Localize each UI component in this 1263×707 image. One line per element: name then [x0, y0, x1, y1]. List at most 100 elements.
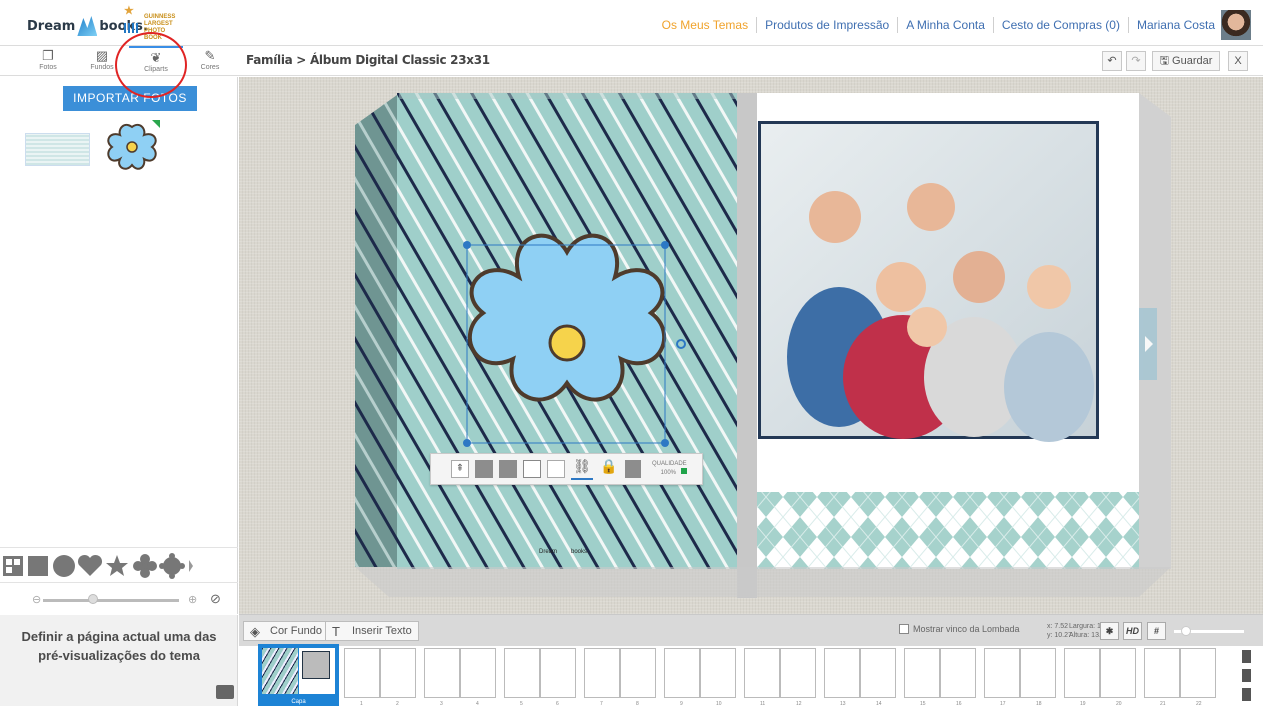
- page-thumbnail[interactable]: [940, 648, 976, 698]
- page-thumbnail[interactable]: [540, 648, 576, 698]
- image-icon[interactable]: [547, 460, 565, 478]
- page-thumbnail[interactable]: [664, 648, 700, 698]
- spread-thumbnail[interactable]: 9 10: [664, 648, 736, 707]
- save-button[interactable]: 🖫 Guardar: [1152, 51, 1220, 71]
- spread-thumbnail[interactable]: 34: [424, 648, 496, 707]
- spread-thumbnail[interactable]: 13 14: [824, 648, 896, 707]
- nav-print-products[interactable]: Produtos de Impressão: [765, 18, 889, 32]
- page-thumbnail[interactable]: [824, 648, 860, 698]
- avatar[interactable]: [1221, 10, 1251, 40]
- camera-icon[interactable]: [216, 685, 234, 699]
- page-thumbnail[interactable]: [584, 648, 620, 698]
- redo-icon: ↷: [1131, 55, 1141, 67]
- bug-icon[interactable]: ✱: [1100, 622, 1119, 640]
- background-color-button[interactable]: ◈ Cor Fundo: [243, 621, 329, 641]
- page-thumbnail[interactable]: [380, 648, 416, 698]
- page-thumbnail[interactable]: [504, 648, 540, 698]
- page-number: 10: [716, 701, 722, 707]
- bring-front-icon[interactable]: ⇞: [451, 460, 469, 478]
- undo-button[interactable]: ↶: [1102, 51, 1122, 71]
- page-number: 21: [1160, 701, 1166, 707]
- qr-icon[interactable]: [3, 556, 23, 576]
- page-number: 2: [396, 701, 399, 707]
- size-slider[interactable]: ⊖ ⊕ ⊘: [0, 585, 238, 615]
- page-thumbnail[interactable]: [1064, 648, 1100, 698]
- backward-icon[interactable]: [499, 460, 517, 478]
- tab-fotos[interactable]: ❐ Fotos: [21, 46, 75, 76]
- page-thumbnail[interactable]: [1020, 648, 1056, 698]
- page-thumbnail[interactable]: [1180, 648, 1216, 698]
- trash-icon[interactable]: [625, 460, 641, 478]
- spread-thumbnail[interactable]: 78: [584, 648, 656, 707]
- star-icon[interactable]: [106, 555, 128, 576]
- nav-my-account[interactable]: A Minha Conta: [906, 18, 985, 32]
- slider-minus-icon[interactable]: ⊖: [32, 593, 41, 606]
- add-page-icon[interactable]: [1242, 650, 1251, 663]
- link-icon[interactable]: ⛓: [571, 458, 593, 480]
- spread-thumbnail[interactable]: 19 20: [1064, 648, 1136, 707]
- grid-icon[interactable]: #: [1147, 622, 1166, 640]
- badge-icon[interactable]: [159, 553, 185, 579]
- page-thumbnail[interactable]: [1100, 648, 1136, 698]
- nav-user-name[interactable]: Mariana Costa: [1137, 18, 1215, 32]
- page-thumbnail[interactable]: [460, 648, 496, 698]
- spine-toggle[interactable]: Mostrar vinco da Lombada: [899, 624, 1020, 634]
- trash-icon[interactable]: [1242, 688, 1251, 701]
- cover-thumb-left: [262, 648, 298, 694]
- clipart-thumb-pattern[interactable]: [25, 133, 90, 166]
- spread-thumbnail[interactable]: 56: [504, 648, 576, 707]
- x-coordinate: x: 7.52: [1047, 623, 1069, 630]
- flower-icon[interactable]: [133, 554, 157, 578]
- slider-track[interactable]: [43, 599, 179, 602]
- top-nav: Os Meus Temas Produtos de Impressão A Mi…: [662, 10, 1251, 40]
- resize-handle-tl[interactable]: [463, 241, 471, 249]
- spread-thumbnail[interactable]: 11 12: [744, 648, 816, 707]
- logo-mark-icon: [77, 16, 98, 36]
- resize-handle-bl[interactable]: [463, 439, 471, 447]
- square-icon[interactable]: [28, 556, 48, 576]
- spread-thumbnail[interactable]: 21 22: [1144, 648, 1216, 707]
- page-thumbnail[interactable]: [700, 648, 736, 698]
- heart-icon[interactable]: [77, 554, 103, 576]
- page-thumbnail[interactable]: [424, 648, 460, 698]
- spread-thumbnail[interactable]: 15 16: [904, 648, 976, 707]
- resize-handle-tr[interactable]: [661, 241, 669, 249]
- insert-text-button[interactable]: T Inserir Texto: [325, 621, 419, 641]
- page-thumbnail[interactable]: [744, 648, 780, 698]
- slider-knob[interactable]: [88, 594, 98, 604]
- close-button[interactable]: X: [1228, 51, 1248, 71]
- redo-button[interactable]: ↷: [1126, 51, 1146, 71]
- page-thumbnail[interactable]: [344, 648, 380, 698]
- next-page-arrow[interactable]: [1139, 308, 1157, 380]
- page-thumbnail[interactable]: [860, 648, 896, 698]
- page-thumbnail[interactable]: [984, 648, 1020, 698]
- page-thumbnail[interactable]: [620, 648, 656, 698]
- copy-page-icon[interactable]: [1242, 669, 1251, 682]
- album-spread: Dream books.: [355, 93, 1171, 598]
- nav-my-themes[interactable]: Os Meus Temas: [662, 18, 748, 32]
- palette-next-icon[interactable]: [189, 560, 193, 572]
- page-thumbnail[interactable]: [904, 648, 940, 698]
- cover-thumbnail[interactable]: Capa: [258, 644, 339, 706]
- duplicate-icon[interactable]: [523, 460, 541, 478]
- lock-icon[interactable]: 🔒: [599, 458, 619, 480]
- circle-icon[interactable]: [53, 555, 75, 577]
- page-thumbnail[interactable]: [780, 648, 816, 698]
- forward-icon[interactable]: [475, 460, 493, 478]
- hd-toggle[interactable]: HD: [1123, 622, 1142, 640]
- resize-handle-br[interactable]: [661, 439, 669, 447]
- tab-cores[interactable]: ✎ Cores: [183, 46, 237, 76]
- slider-plus-icon[interactable]: ⊕: [188, 593, 197, 606]
- nav-cart[interactable]: Cesto de Compras (0): [1002, 18, 1120, 32]
- zoom-knob[interactable]: [1181, 626, 1191, 636]
- spread-thumbnail[interactable]: 12: [344, 648, 416, 707]
- page-thumbnail[interactable]: [1144, 648, 1180, 698]
- clipart-thumb-flower[interactable]: [100, 121, 164, 173]
- text-icon: T: [332, 624, 340, 639]
- zoom-slider[interactable]: [1174, 626, 1244, 636]
- tab-fotos-label: Fotos: [39, 64, 57, 71]
- page-number: 3: [440, 701, 443, 707]
- spine-checkbox[interactable]: [899, 624, 909, 634]
- spread-thumbnail[interactable]: 17 18: [984, 648, 1056, 707]
- eye-off-icon[interactable]: ⊘: [210, 591, 221, 607]
